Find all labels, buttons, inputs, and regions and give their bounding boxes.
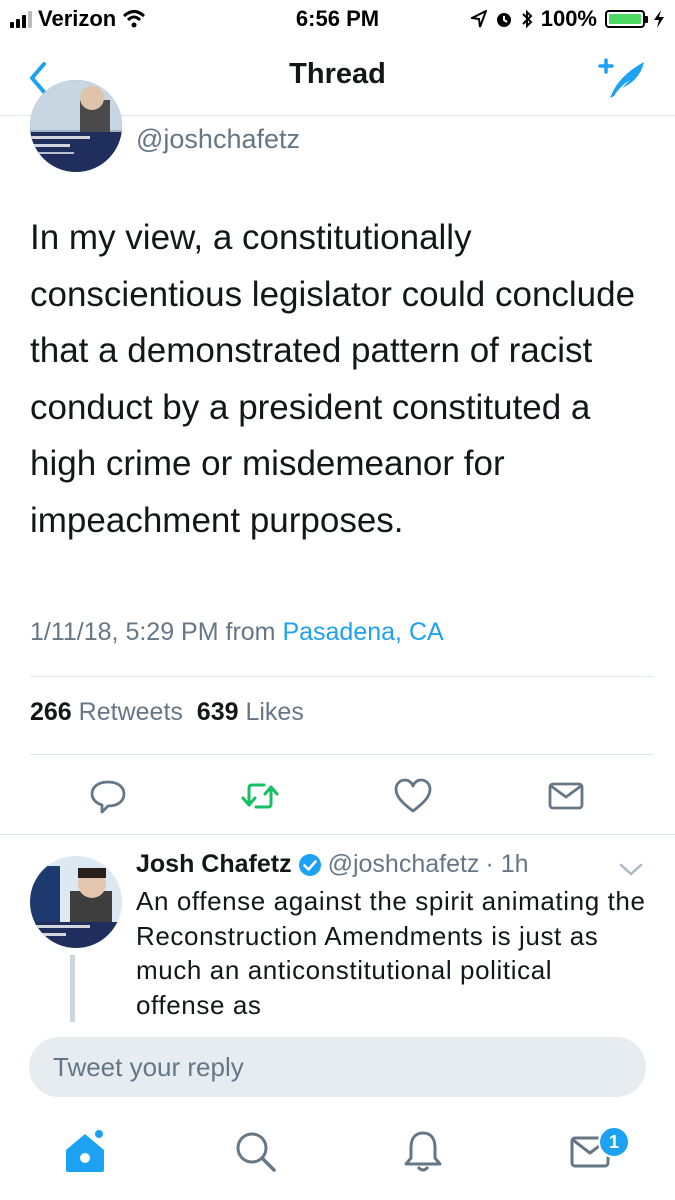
like-stat[interactable]: 639 Likes <box>197 698 304 726</box>
like-button[interactable] <box>393 776 433 816</box>
page-title: Thread <box>289 58 386 90</box>
retweet-icon <box>241 783 279 809</box>
search-icon <box>236 1132 276 1172</box>
like-heart-icon <box>394 778 432 813</box>
tweet-text: In my view, a constitutionally conscient… <box>30 218 636 540</box>
reply-tweet-header: Josh Chafetz @joshchafetz · 1h <box>136 850 529 879</box>
share-mail-icon <box>548 782 584 810</box>
tweet-location-link[interactable]: Pasadena, CA <box>282 618 443 646</box>
tweet-stats: 266 Retweets 639 Likes <box>30 698 304 727</box>
avatar-image <box>30 856 122 948</box>
compose-icon <box>598 58 644 98</box>
tab-search[interactable] <box>232 1128 278 1174</box>
retweet-label: Retweets <box>78 698 183 726</box>
reply-button[interactable] <box>88 776 128 816</box>
avatar[interactable] <box>30 856 122 948</box>
battery-icon <box>605 10 648 28</box>
notifications-bell-icon <box>404 1131 442 1172</box>
like-count: 639 <box>196 698 239 726</box>
reply-author-handle[interactable]: @joshchafetz <box>328 850 480 879</box>
home-icon <box>66 1130 104 1172</box>
avatar[interactable] <box>30 80 122 172</box>
status-bar: Verizon 6:56 PM 100% <box>0 0 675 40</box>
compose-button[interactable] <box>596 54 650 102</box>
alarm-icon <box>496 13 511 27</box>
like-label: Likes <box>245 698 304 726</box>
share-button[interactable] <box>546 776 586 816</box>
tweet-author-handle[interactable]: @joshchafetz <box>136 124 300 155</box>
tab-home[interactable] <box>62 1128 108 1174</box>
divider <box>0 834 675 835</box>
reply-time: · 1h <box>485 850 529 878</box>
retweet-count: 266 <box>30 698 72 726</box>
chevron-down-icon <box>619 863 643 876</box>
divider <box>30 754 653 755</box>
reply-input[interactable]: Tweet your reply <box>29 1037 646 1097</box>
battery-percent: 100% <box>540 6 597 31</box>
retweet-stat[interactable]: 266 Retweets <box>30 698 183 726</box>
avatar-image <box>30 80 122 172</box>
tab-notifications[interactable] <box>400 1128 446 1174</box>
verified-badge-icon <box>298 853 321 876</box>
reply-tweet-text: An offense against the spirit animating … <box>136 886 646 1020</box>
tweet-timestamp: 1/11/18, 5:29 PM from <box>30 618 276 646</box>
status-right: 100% <box>470 6 665 32</box>
tweet-options-button[interactable] <box>619 860 643 880</box>
retweet-button[interactable] <box>240 776 280 816</box>
bluetooth-icon <box>522 9 533 29</box>
charging-icon <box>654 10 664 28</box>
location-icon <box>470 10 487 28</box>
divider <box>30 676 653 677</box>
tweet-meta: 1/11/18, 5:29 PM from Pasadena, CA <box>30 618 444 647</box>
messages-badge: 1 <box>598 1126 630 1158</box>
thread-connector-line <box>70 955 75 1025</box>
reply-author-name[interactable]: Josh Chafetz <box>136 850 292 879</box>
reply-icon <box>90 780 126 814</box>
